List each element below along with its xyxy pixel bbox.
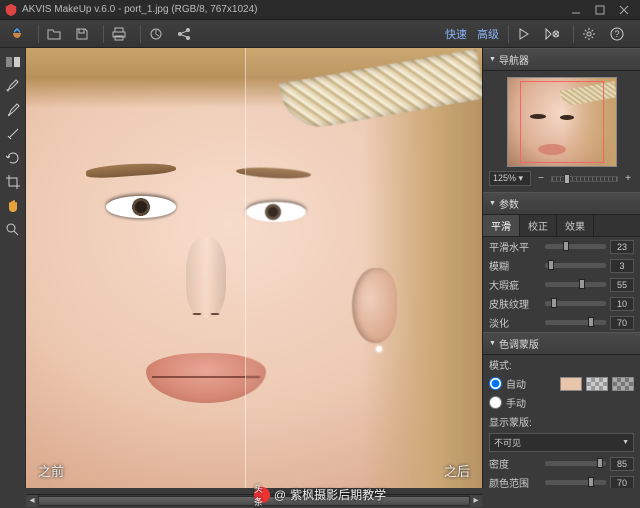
crop-tool[interactable]	[3, 172, 23, 192]
smoothing-label: 平滑水平	[489, 239, 541, 254]
lighten-value[interactable]: 70	[610, 316, 634, 330]
svg-text:?: ?	[614, 29, 619, 39]
density-value[interactable]: 85	[610, 457, 634, 471]
mask-mode-auto-radio[interactable]	[489, 377, 502, 390]
app-logo-icon	[4, 3, 18, 17]
zoom-select[interactable]: 125% ▾	[489, 171, 531, 186]
history-brush-tool[interactable]	[3, 148, 23, 168]
tab-smooth[interactable]: 平滑	[483, 215, 520, 236]
mask-header[interactable]: ▼色调蒙版	[483, 332, 640, 355]
density-label: 密度	[489, 456, 541, 471]
smoothing-value[interactable]: 23	[610, 240, 634, 254]
eraser-tool[interactable]	[3, 100, 23, 120]
batch-button[interactable]	[145, 23, 167, 45]
color-range-value[interactable]: 70	[610, 476, 634, 489]
blur-value[interactable]: 3	[610, 259, 634, 273]
large-details-slider[interactable]	[545, 282, 606, 287]
right-panel: ▼导航器 125% ▾ − + ▼参数 平滑 校正 效果 平滑水平23 模糊3 …	[482, 48, 640, 488]
mode-quick-link[interactable]: 快速	[445, 26, 467, 42]
close-button[interactable]	[612, 2, 636, 18]
navigator-preview[interactable]	[507, 77, 617, 167]
skin-texture-value[interactable]: 10	[610, 297, 634, 311]
brush-tool[interactable]	[3, 76, 23, 96]
lighten-slider[interactable]	[545, 320, 606, 325]
tab-correct[interactable]: 校正	[520, 215, 557, 236]
zoom-tool[interactable]	[3, 220, 23, 240]
skin-texture-slider[interactable]	[545, 301, 606, 306]
show-mask-select[interactable]: 不可见▼	[489, 433, 634, 452]
mode-advanced-link[interactable]: 高级	[477, 26, 499, 42]
mask-swatch-2[interactable]	[612, 377, 634, 391]
mask-mode-manual-radio[interactable]	[489, 396, 502, 409]
home-button[interactable]	[6, 23, 28, 45]
show-mask-label: 显示蒙版:	[483, 412, 640, 431]
titlebar: AKVIS MakeUp v.6.0 - port_1.jpg (RGB/8, …	[0, 0, 640, 20]
large-details-label: 大瑕疵	[489, 277, 541, 292]
scroll-left-icon[interactable]: ◂	[26, 495, 38, 507]
hand-tool[interactable]	[3, 196, 23, 216]
color-range-slider[interactable]	[545, 480, 606, 485]
before-after-divider[interactable]	[245, 48, 246, 488]
smudge-tool[interactable]	[3, 124, 23, 144]
save-button[interactable]	[71, 23, 93, 45]
print-button[interactable]	[108, 23, 130, 45]
help-button[interactable]: ?	[606, 23, 628, 45]
smoothing-slider[interactable]	[545, 244, 606, 249]
color-range-label: 颜色范围	[489, 475, 541, 488]
before-label: 之前	[38, 461, 64, 480]
density-slider[interactable]	[545, 461, 606, 466]
preview-canvas[interactable]: 之前 之后	[26, 48, 482, 488]
run-button[interactable]	[513, 23, 535, 45]
before-after-tool[interactable]	[3, 52, 23, 72]
zoom-slider[interactable]	[551, 176, 618, 182]
share-button[interactable]	[173, 23, 195, 45]
skin-texture-label: 皮肤纹理	[489, 296, 541, 311]
navigator-header[interactable]: ▼导航器	[483, 48, 640, 71]
tab-effect[interactable]: 效果	[557, 215, 594, 236]
maximize-button[interactable]	[588, 2, 612, 18]
mask-mode-label: 模式:	[483, 355, 640, 374]
zoom-in-icon[interactable]: +	[622, 173, 634, 185]
scroll-right-icon[interactable]: ▸	[470, 495, 482, 507]
mask-swatch-1[interactable]	[586, 377, 608, 391]
lighten-label: 淡化	[489, 315, 541, 330]
zoom-out-icon[interactable]: −	[535, 173, 547, 185]
horizontal-scrollbar[interactable]: ◂ ▸	[26, 494, 482, 506]
window-title: AKVIS MakeUp v.6.0 - port_1.jpg (RGB/8, …	[22, 4, 564, 15]
blur-label: 模糊	[489, 258, 541, 273]
auto-run-button[interactable]	[541, 23, 563, 45]
open-button[interactable]	[43, 23, 65, 45]
large-details-value[interactable]: 55	[610, 278, 634, 292]
params-header[interactable]: ▼参数	[483, 192, 640, 215]
blur-slider[interactable]	[545, 263, 606, 268]
skin-swatch[interactable]	[560, 377, 582, 391]
after-label: 之后	[444, 461, 470, 480]
settings-button[interactable]	[578, 23, 600, 45]
minimize-button[interactable]	[564, 2, 588, 18]
left-toolbox	[0, 48, 26, 488]
main-toolbar: 快速 高级 ?	[0, 20, 640, 48]
